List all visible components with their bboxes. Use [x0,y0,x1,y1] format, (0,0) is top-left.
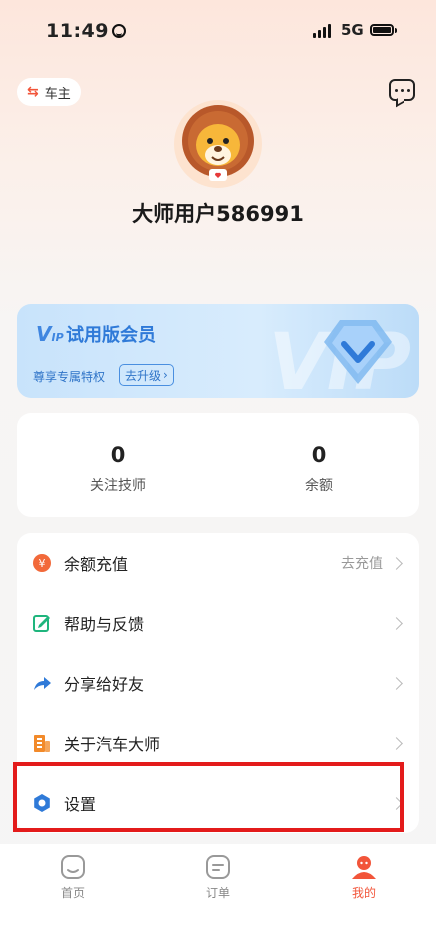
stat-label: 关注技师 [90,478,146,494]
chevron-right-icon [390,616,403,630]
stat-followed-technicians[interactable]: 0 关注技师 [38,443,198,495]
profile-icon [352,856,376,879]
menu-label: 关于汽车大师 [64,735,161,754]
tab-home[interactable]: 首页 [43,854,103,901]
stat-value: 0 [110,443,126,467]
vip-upgrade-label: 去升级 [125,368,162,383]
status-bar: 11:49 5G [0,0,436,60]
vip-upgrade-button[interactable]: 去升级 › [119,364,174,386]
signal-icon [313,24,331,38]
stat-balance[interactable]: 0 余额 [239,443,399,495]
clock: 11:49 [46,20,126,42]
building-icon [34,735,50,752]
menu-label: 帮助与反馈 [64,615,145,634]
battery-icon [370,24,397,36]
message-button[interactable] [389,79,415,101]
menu-label: 分享给好友 [64,675,145,694]
bottom-tab-bar: 首页 订单 我的 [0,844,436,944]
vip-card[interactable]: VIP VIP 试用版会员 尊享专属特权 去升级 › [17,304,419,398]
svg-text:¥: ¥ [39,557,46,570]
clock-text: 11:49 [46,20,109,42]
menu-label: 余额充值 [64,555,129,574]
chevron-right-icon [390,556,403,570]
tab-orders[interactable]: 订单 [188,854,248,901]
chevron-right-icon: › [163,368,168,382]
menu-item-share[interactable]: 分享给好友 [17,653,419,713]
stat-value: 0 [311,443,327,467]
swap-icon: ⇆ [27,84,39,100]
message-icon [394,88,398,92]
tab-label: 我的 [351,886,376,900]
chevron-right-icon [390,676,403,690]
share-arrow-icon [34,677,51,690]
role-label: 车主 [44,86,71,102]
username: 大师用户586991 [132,202,304,226]
settings-highlight-box [13,762,404,832]
tab-mine[interactable]: 我的 [334,854,394,901]
chevron-right-icon [390,736,403,750]
coin-icon: ¥ [33,554,51,572]
vip-logo-icon: VIP [36,322,64,346]
tab-label: 订单 [205,886,230,900]
menu-item-feedback[interactable]: 帮助与反馈 [17,593,419,653]
smiley-icon [111,24,126,38]
menu-item-recharge[interactable]: ¥ 余额充值 去充值 [17,533,419,593]
order-icon [206,855,230,879]
stat-label: 余额 [305,478,333,494]
tab-label: 首页 [60,886,85,900]
home-icon [61,855,85,879]
vip-title: 试用版会员 [66,325,156,346]
recharge-action: 去充值 [341,556,383,572]
avatar[interactable] [173,99,263,189]
network-type: 5G [341,21,364,39]
vip-diamond-icon [324,320,392,384]
stats-card: 0 关注技师 0 余额 [17,413,419,517]
feedback-edit-icon [33,615,50,632]
vip-subtitle: 尊享专属特权 [33,370,106,384]
role-switch-button[interactable]: ⇆ 车主 [17,78,81,106]
